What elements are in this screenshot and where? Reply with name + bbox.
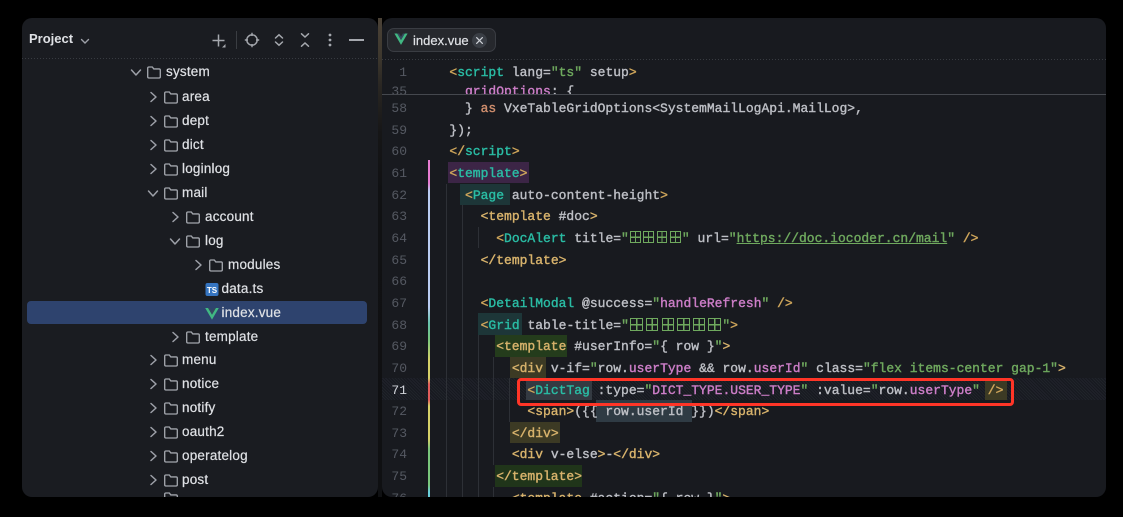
svg-text:TS: TS — [206, 286, 217, 295]
